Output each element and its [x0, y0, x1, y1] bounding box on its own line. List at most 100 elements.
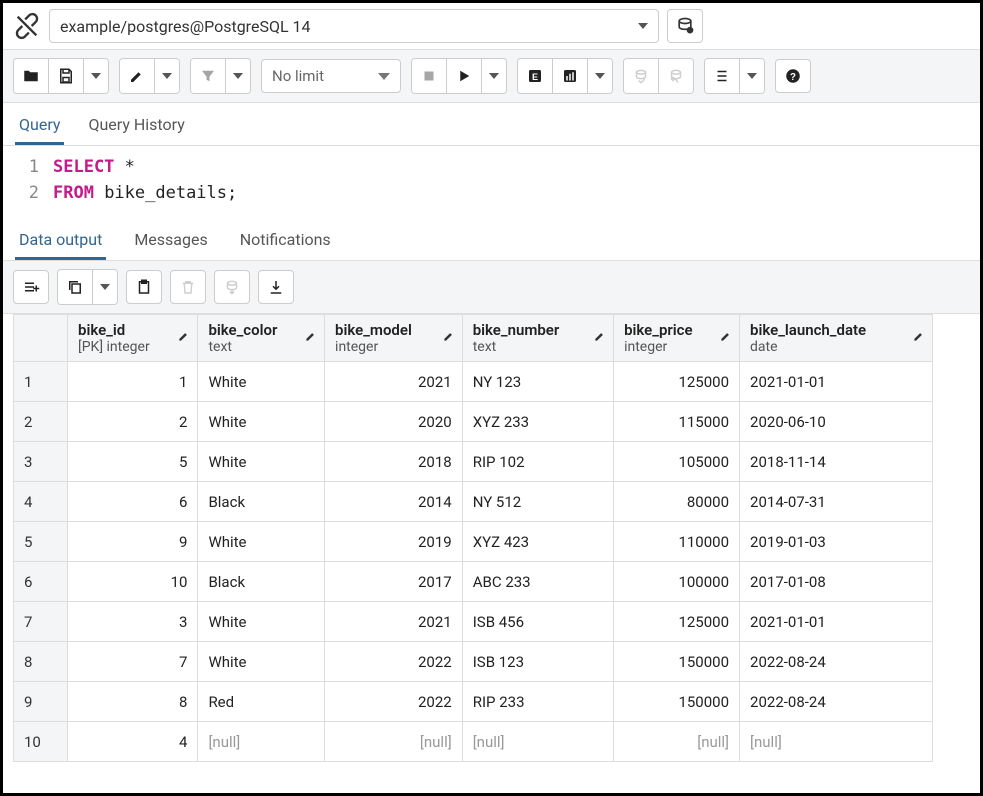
table-row[interactable]: 11White2021NY 1231250002021-01-01: [14, 362, 933, 402]
cell[interactable]: [null]: [198, 722, 325, 762]
cell[interactable]: Black: [198, 482, 325, 522]
cell[interactable]: 2018: [325, 442, 463, 482]
cell[interactable]: 2019-01-03: [740, 522, 933, 562]
pencil-icon[interactable]: [593, 329, 607, 347]
code-line[interactable]: SELECT *: [53, 154, 135, 180]
cell[interactable]: 125000: [614, 362, 740, 402]
cell[interactable]: 2014: [325, 482, 463, 522]
row-number[interactable]: 4: [14, 482, 68, 522]
cell[interactable]: [null]: [325, 722, 463, 762]
run-button[interactable]: [447, 59, 482, 93]
cell[interactable]: 2022-08-24: [740, 682, 933, 722]
row-number[interactable]: 7: [14, 602, 68, 642]
cell[interactable]: 1: [68, 362, 198, 402]
cell[interactable]: 80000: [614, 482, 740, 522]
stop-button[interactable]: [412, 59, 447, 93]
cell[interactable]: RIP 233: [462, 682, 613, 722]
cell[interactable]: ISB 123: [462, 642, 613, 682]
table-row[interactable]: 73White2021ISB 4561250002021-01-01: [14, 602, 933, 642]
disconnect-icon[interactable]: [13, 12, 41, 40]
cell[interactable]: XYZ 233: [462, 402, 613, 442]
table-row[interactable]: 610Black2017ABC 2331000002017-01-08: [14, 562, 933, 602]
open-button[interactable]: [14, 59, 49, 93]
cell[interactable]: 150000: [614, 682, 740, 722]
cell[interactable]: RIP 102: [462, 442, 613, 482]
save-button[interactable]: [49, 59, 84, 93]
save-dropdown[interactable]: [84, 59, 108, 93]
commit-button[interactable]: [624, 59, 659, 93]
paste-button[interactable]: [126, 270, 162, 304]
pencil-icon[interactable]: [304, 329, 318, 347]
cell[interactable]: 2022: [325, 682, 463, 722]
row-number[interactable]: 10: [14, 722, 68, 762]
row-number[interactable]: 9: [14, 682, 68, 722]
delete-button[interactable]: [170, 270, 206, 304]
cell[interactable]: 2021-01-01: [740, 602, 933, 642]
edit-button[interactable]: [120, 59, 155, 93]
output-tab-data-output[interactable]: Data output: [15, 222, 106, 260]
results-grid[interactable]: bike_id[PK] integerbike_colortextbike_mo…: [13, 314, 933, 762]
limit-select[interactable]: No limit: [261, 59, 401, 93]
cell[interactable]: 2021: [325, 602, 463, 642]
cell[interactable]: 2022: [325, 642, 463, 682]
cell[interactable]: 2022-08-24: [740, 642, 933, 682]
edit-dropdown[interactable]: [155, 59, 179, 93]
pencil-icon[interactable]: [442, 329, 456, 347]
editor-tab-query[interactable]: Query: [15, 107, 64, 145]
cell[interactable]: 105000: [614, 442, 740, 482]
column-header-bike_id[interactable]: bike_id[PK] integer: [68, 315, 198, 362]
cell[interactable]: 6: [68, 482, 198, 522]
run-dropdown[interactable]: [482, 59, 506, 93]
column-header-bike_color[interactable]: bike_colortext: [198, 315, 325, 362]
column-header-bike_price[interactable]: bike_priceinteger: [614, 315, 740, 362]
cell[interactable]: 2020: [325, 402, 463, 442]
corner-cell[interactable]: [14, 315, 68, 362]
cell[interactable]: XYZ 423: [462, 522, 613, 562]
copy-dropdown[interactable]: [93, 270, 117, 304]
cell[interactable]: White: [198, 522, 325, 562]
copy-button[interactable]: [58, 270, 93, 304]
row-number[interactable]: 6: [14, 562, 68, 602]
filter-dropdown[interactable]: [226, 59, 250, 93]
download-button[interactable]: [258, 270, 294, 304]
cell[interactable]: White: [198, 442, 325, 482]
cell[interactable]: NY 512: [462, 482, 613, 522]
row-number[interactable]: 1: [14, 362, 68, 402]
table-row[interactable]: 87White2022ISB 1231500002022-08-24: [14, 642, 933, 682]
cell[interactable]: 2021: [325, 362, 463, 402]
table-row[interactable]: 59White2019XYZ 4231100002019-01-03: [14, 522, 933, 562]
column-header-bike_number[interactable]: bike_numbertext: [462, 315, 613, 362]
code-line[interactable]: FROM bike_details;: [53, 180, 237, 206]
cell[interactable]: 2014-07-31: [740, 482, 933, 522]
cell[interactable]: 100000: [614, 562, 740, 602]
cell[interactable]: NY 123: [462, 362, 613, 402]
cell[interactable]: White: [198, 402, 325, 442]
table-row[interactable]: 35White2018RIP 1021050002018-11-14: [14, 442, 933, 482]
cell[interactable]: 2020-06-10: [740, 402, 933, 442]
cell[interactable]: 125000: [614, 602, 740, 642]
table-row[interactable]: 104[null][null][null][null][null]: [14, 722, 933, 762]
explain-button[interactable]: E: [518, 59, 553, 93]
cell[interactable]: 2017: [325, 562, 463, 602]
cell[interactable]: 115000: [614, 402, 740, 442]
pencil-icon[interactable]: [719, 329, 733, 347]
cell[interactable]: 2021-01-01: [740, 362, 933, 402]
macros-dropdown[interactable]: [740, 59, 764, 93]
db-settings-button[interactable]: [667, 9, 703, 43]
cell[interactable]: 4: [68, 722, 198, 762]
cell[interactable]: 2017-01-08: [740, 562, 933, 602]
rollback-button[interactable]: [659, 59, 693, 93]
cell[interactable]: 9: [68, 522, 198, 562]
row-number[interactable]: 2: [14, 402, 68, 442]
macros-button[interactable]: [705, 59, 740, 93]
editor-tab-query-history[interactable]: Query History: [84, 107, 188, 145]
cell[interactable]: 2018-11-14: [740, 442, 933, 482]
cell[interactable]: White: [198, 642, 325, 682]
table-row[interactable]: 22White2020XYZ 2331150002020-06-10: [14, 402, 933, 442]
cell[interactable]: 2019: [325, 522, 463, 562]
row-number[interactable]: 3: [14, 442, 68, 482]
row-number[interactable]: 5: [14, 522, 68, 562]
cell[interactable]: [null]: [614, 722, 740, 762]
cell[interactable]: 7: [68, 642, 198, 682]
cell[interactable]: White: [198, 362, 325, 402]
